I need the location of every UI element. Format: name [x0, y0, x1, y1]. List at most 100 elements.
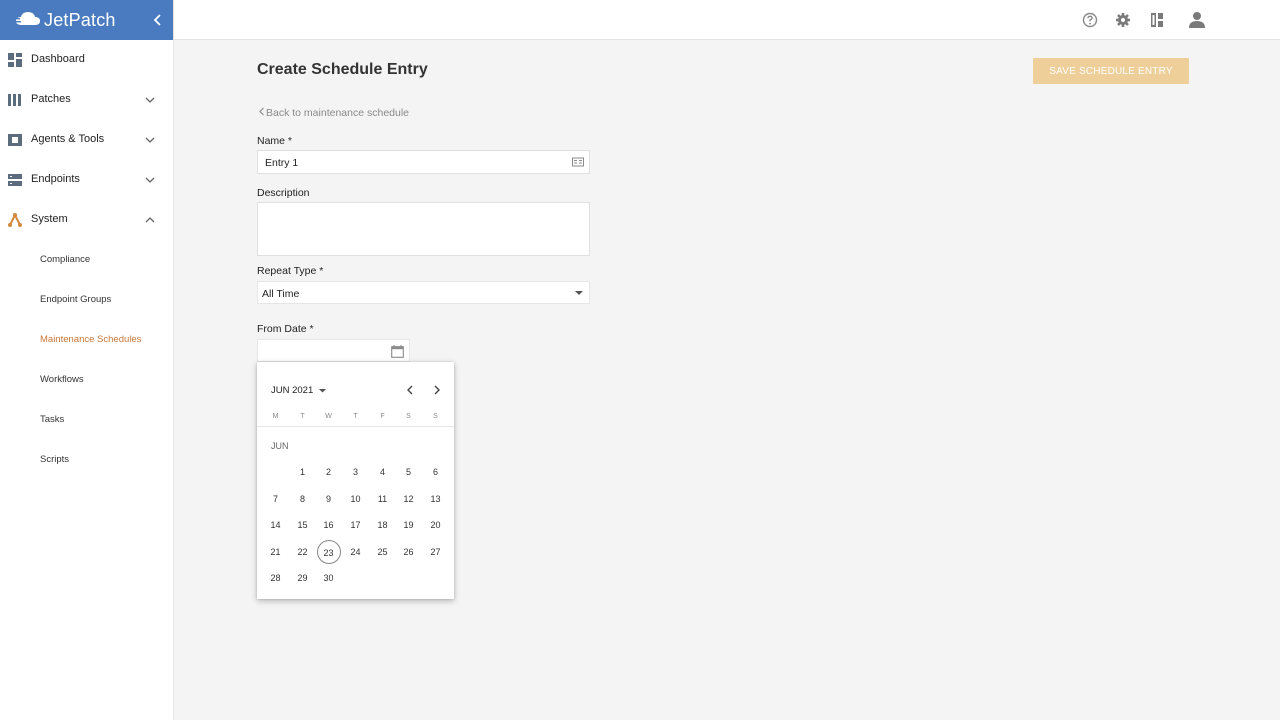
calendar-day[interactable]: 7	[264, 487, 288, 511]
top-bar	[174, 0, 1280, 40]
agents-icon	[8, 134, 22, 146]
save-schedule-entry-button[interactable]: SAVE SCHEDULE ENTRY	[1033, 58, 1189, 84]
from-date-input[interactable]	[257, 339, 410, 362]
next-month-icon[interactable]	[431, 384, 443, 396]
sidebar-item-label: Agents & Tools	[31, 133, 105, 145]
weekday-header: F	[380, 413, 385, 420]
chevron-down-icon	[145, 97, 155, 103]
calendar-day[interactable]: 19	[397, 513, 421, 537]
endpoints-icon	[8, 174, 22, 186]
name-label: Name *	[257, 135, 293, 147]
calendar-day[interactable]: 9	[317, 487, 341, 511]
brand-header: JetPatch	[0, 0, 173, 40]
calendar-day[interactable]: 16	[317, 513, 341, 537]
sidebar-subitem-label: Endpoint Groups	[40, 294, 112, 305]
dashboard-icon	[8, 53, 22, 67]
sidebar-item-patches[interactable]: Patches	[0, 80, 174, 120]
settings-icon[interactable]	[1114, 11, 1132, 29]
dropdown-arrow-icon	[575, 291, 583, 295]
weekday-header: S	[433, 413, 438, 420]
sidebar-item-label: Endpoints	[31, 173, 80, 185]
sidebar-subitem-maintenance-schedules[interactable]: Maintenance Schedules	[0, 320, 174, 360]
calendar-day[interactable]: 17	[344, 513, 368, 537]
sidebar-subitem-label: Compliance	[40, 254, 91, 265]
sidebar-subitem-workflows[interactable]: Workflows	[0, 360, 174, 400]
sidebar-item-label: System	[31, 213, 68, 225]
back-link-label: Back to maintenance schedule	[266, 107, 410, 119]
calendar-day[interactable]: 18	[371, 513, 395, 537]
sidebar-subitem-label: Maintenance Schedules	[40, 334, 142, 345]
description-textarea[interactable]	[257, 202, 590, 256]
weekday-header: S	[406, 413, 411, 420]
help-icon[interactable]	[1081, 11, 1099, 29]
back-link[interactable]: Back to maintenance schedule	[258, 107, 409, 119]
sidebar-item-system[interactable]: System	[0, 200, 174, 240]
brand-name: JetPatch	[44, 10, 116, 30]
chevron-down-icon	[145, 137, 155, 143]
calendar-day[interactable]: 22	[291, 540, 315, 564]
calendar-day[interactable]: 11	[371, 487, 395, 511]
calendar-day[interactable]: 5	[397, 460, 421, 484]
calendar-day[interactable]: 12	[397, 487, 421, 511]
sidebar-item-agents-tools[interactable]: Agents & Tools	[0, 120, 174, 160]
contact-card-icon	[572, 157, 584, 167]
calendar-day[interactable]: 4	[371, 460, 395, 484]
sidebar-subitem-endpoint-groups[interactable]: Endpoint Groups	[0, 280, 174, 320]
patches-icon	[8, 94, 21, 106]
calendar-day[interactable]: 3	[344, 460, 368, 484]
previous-month-icon[interactable]	[404, 384, 416, 396]
repeat-type-select[interactable]: All Time	[257, 281, 590, 304]
calendar-day[interactable]: 21	[264, 540, 288, 564]
calendar-day[interactable]: 25	[371, 540, 395, 564]
calendar-day[interactable]: 26	[397, 540, 421, 564]
calendar-day[interactable]: 24	[344, 540, 368, 564]
calendar-day[interactable]: 28	[264, 566, 288, 590]
apps-icon[interactable]	[1148, 11, 1166, 29]
weekday-header: T	[300, 413, 305, 420]
month-year-selector[interactable]: JUN 2021	[271, 385, 327, 396]
jetpatch-logo-icon	[13, 12, 40, 25]
calendar-day[interactable]: 13	[424, 487, 448, 511]
calendar-day[interactable]: 30	[317, 566, 341, 590]
from-date-label: From Date *	[257, 323, 314, 335]
page-title: Create Schedule Entry	[257, 61, 428, 78]
calendar-month-label: JUN	[271, 441, 289, 451]
name-value: Entry 1	[265, 157, 299, 169]
calendar-day[interactable]: 1	[291, 460, 315, 484]
collapse-sidebar-icon[interactable]	[150, 12, 166, 28]
calendar-day-today[interactable]: 23	[316, 539, 341, 564]
calendar-day[interactable]: 2	[317, 460, 341, 484]
date-picker-popup: JUN 2021 JUN M T W T F S S 1 2 3 4 5 6 7 8 9 10 11 12 13 14 1…	[257, 362, 454, 599]
sidebar-item-dashboard[interactable]: Dashboard	[0, 40, 174, 80]
calendar-day[interactable]: 14	[264, 513, 288, 537]
sidebar-subitem-label: Tasks	[40, 414, 65, 425]
user-icon[interactable]	[1187, 10, 1207, 30]
calendar-day[interactable]: 10	[344, 487, 368, 511]
calendar-day[interactable]: 6	[424, 460, 448, 484]
calendar-day[interactable]: 27	[424, 540, 448, 564]
calendar-day[interactable]: 8	[291, 487, 315, 511]
weekday-header: T	[353, 413, 358, 420]
sidebar-subitem-compliance[interactable]: Compliance	[0, 240, 174, 280]
sidebar-item-label: Patches	[31, 93, 71, 105]
sidebar-item-endpoints[interactable]: Endpoints	[0, 160, 174, 200]
month-year-label: JUN 2021	[271, 385, 314, 396]
calendar-divider	[257, 426, 454, 427]
description-label: Description	[257, 187, 310, 199]
repeat-type-label: Repeat Type *	[257, 265, 324, 277]
calendar-day[interactable]: 15	[291, 513, 315, 537]
chevron-left-icon	[259, 107, 264, 116]
sidebar-subitem-scripts[interactable]: Scripts	[0, 440, 174, 480]
system-icon	[8, 213, 22, 227]
calendar-icon[interactable]	[391, 345, 404, 358]
weekday-header: W	[325, 413, 332, 420]
calendar-day[interactable]: 29	[291, 566, 315, 590]
chevron-down-icon	[145, 177, 155, 183]
weekday-header: M	[272, 413, 279, 420]
sidebar-subitem-tasks[interactable]: Tasks	[0, 400, 174, 440]
sidebar-subitem-label: Workflows	[40, 374, 84, 385]
repeat-type-value: All Time	[262, 288, 300, 300]
sidebar-subitem-label: Scripts	[40, 454, 70, 465]
name-input[interactable]: Entry 1	[257, 150, 590, 174]
calendar-day[interactable]: 20	[424, 513, 448, 537]
